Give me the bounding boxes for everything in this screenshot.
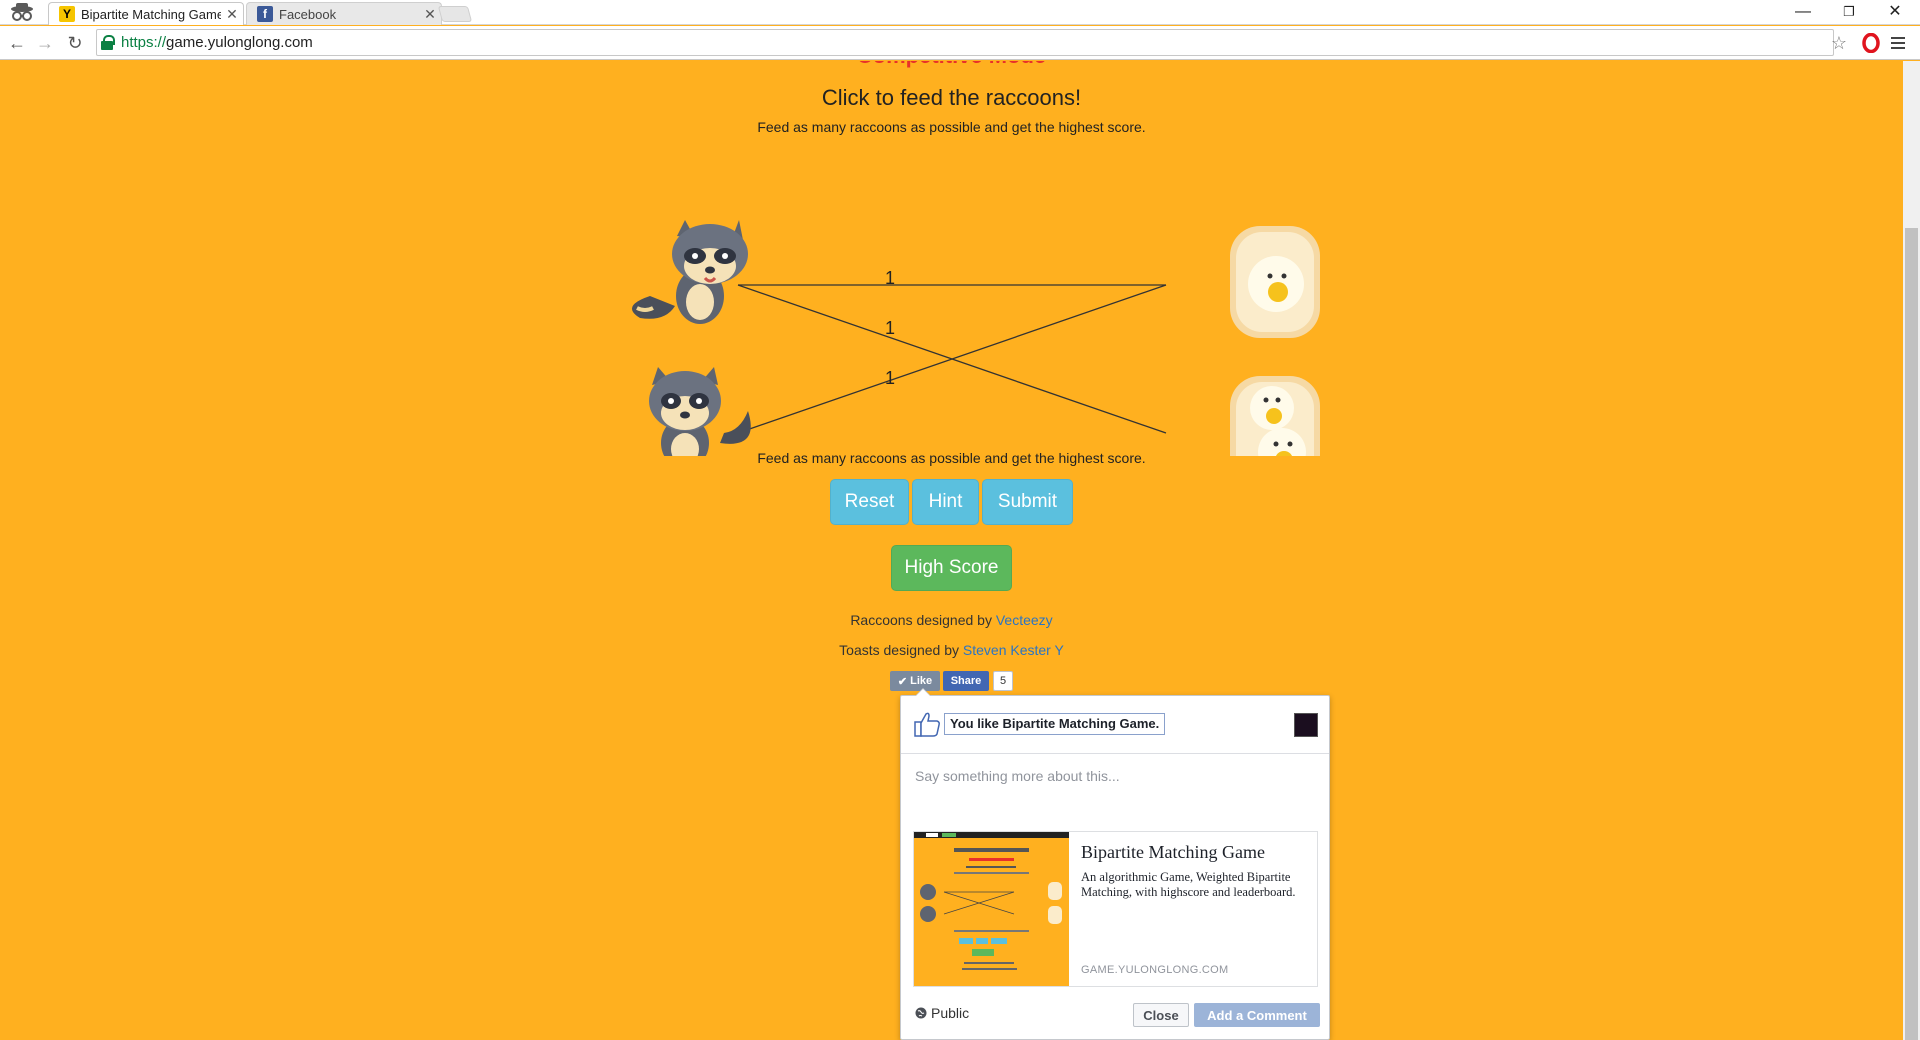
page-heading: Click to feed the raccoons! xyxy=(821,85,1082,110)
tab-close-icon[interactable]: ✕ xyxy=(221,6,243,23)
edge-weight-label: 1 xyxy=(885,268,895,288)
browser-toolbar: ← → ↻ https://game.yulonglong.com ☆ xyxy=(0,26,1920,60)
globe-icon xyxy=(915,1007,927,1019)
mode-title: Competitive Mode xyxy=(0,61,1903,69)
link-preview-domain: GAME.YULONGLONG.COM xyxy=(1081,964,1229,976)
steven-kester-link[interactable]: Steven Kester Y xyxy=(963,642,1064,658)
checkmark-icon: ✔ xyxy=(897,675,908,688)
link-preview-title: Bipartite Matching Game xyxy=(1081,842,1265,862)
page-subtitle: Feed as many raccoons as possible and ge… xyxy=(757,119,1146,135)
hint-button[interactable]: Hint xyxy=(912,479,979,525)
bipartite-graph[interactable]: 1 1 1 xyxy=(540,156,1360,456)
raccoon-icon[interactable] xyxy=(649,367,751,456)
incognito-icon xyxy=(11,3,33,21)
address-bar[interactable]: https://game.yulonglong.com xyxy=(96,29,1834,56)
menu-icon[interactable] xyxy=(1890,30,1906,56)
edge-weight-label: 1 xyxy=(885,368,895,388)
restore-button[interactable]: ❐ xyxy=(1826,0,1872,25)
fb-like-count: 5 xyxy=(993,671,1013,691)
bookmark-star-icon[interactable]: ☆ xyxy=(1828,30,1850,56)
thumbs-up-icon xyxy=(914,712,940,737)
lock-icon xyxy=(101,34,115,51)
page-content: Competitive Mode Click to feed the racco… xyxy=(0,61,1903,1040)
link-preview-thumbnail xyxy=(914,832,1069,986)
tab-bipartite-matching-game[interactable]: Y Bipartite Matching Game ✕ xyxy=(48,2,244,25)
facebook-favicon-icon: f xyxy=(257,6,273,22)
page-scrollbar-thumb[interactable] xyxy=(1905,228,1918,1040)
toast-icon[interactable] xyxy=(1230,376,1320,456)
new-tab-button[interactable] xyxy=(437,6,473,22)
browser-titlebar: Y Bipartite Matching Game ✕ f Facebook ✕… xyxy=(0,0,1920,25)
yulonglong-favicon-icon: Y xyxy=(59,6,75,22)
vecteezy-link[interactable]: Vecteezy xyxy=(996,612,1053,628)
reset-button[interactable]: Reset xyxy=(830,479,909,525)
reload-icon[interactable]: ↻ xyxy=(62,30,88,56)
toasts-credit: Toasts designed by Steven Kester Y xyxy=(839,642,1064,658)
back-arrow-icon[interactable]: ← xyxy=(4,30,30,56)
you-like-text: You like Bipartite Matching Game. xyxy=(944,713,1166,735)
url-text: https://game.yulonglong.com xyxy=(121,34,313,51)
minimize-button[interactable]: — xyxy=(1780,0,1826,25)
high-score-button[interactable]: High Score xyxy=(891,545,1012,591)
fb-popup-header: You like Bipartite Matching Game. xyxy=(901,696,1329,754)
add-comment-button[interactable]: Add a Comment xyxy=(1194,1003,1320,1027)
raccoon-icon[interactable] xyxy=(632,220,748,324)
fb-like-popup: You like Bipartite Matching Game. Say so… xyxy=(900,688,1330,1040)
toast-icon[interactable] xyxy=(1230,226,1320,338)
link-preview-card[interactable]: Bipartite Matching Game An algorithmic G… xyxy=(913,831,1318,987)
tab-facebook[interactable]: f Facebook ✕ xyxy=(246,2,442,25)
submit-button[interactable]: Submit xyxy=(982,479,1073,525)
raccoons-credit: Raccoons designed by Vecteezy xyxy=(850,612,1053,628)
tab-label: Facebook xyxy=(279,6,337,22)
tab-label: Bipartite Matching Game xyxy=(81,6,221,22)
user-avatar xyxy=(1294,713,1318,737)
close-window-button[interactable]: ✕ xyxy=(1872,0,1918,25)
edge-weight-label: 1 xyxy=(885,318,895,338)
fb-close-button[interactable]: Close xyxy=(1133,1003,1189,1027)
comment-input[interactable]: Say something more about this... xyxy=(915,768,1120,784)
privacy-selector[interactable]: Public xyxy=(915,1005,969,1021)
link-preview-description: An algorithmic Game, Weighted Bipartite … xyxy=(1081,870,1296,899)
forward-arrow-icon[interactable]: → xyxy=(32,30,58,56)
fb-share-button[interactable]: Share xyxy=(943,671,989,691)
opera-extension-icon[interactable] xyxy=(1860,30,1882,56)
page-subtitle-bottom: Feed as many raccoons as possible and ge… xyxy=(757,450,1146,466)
